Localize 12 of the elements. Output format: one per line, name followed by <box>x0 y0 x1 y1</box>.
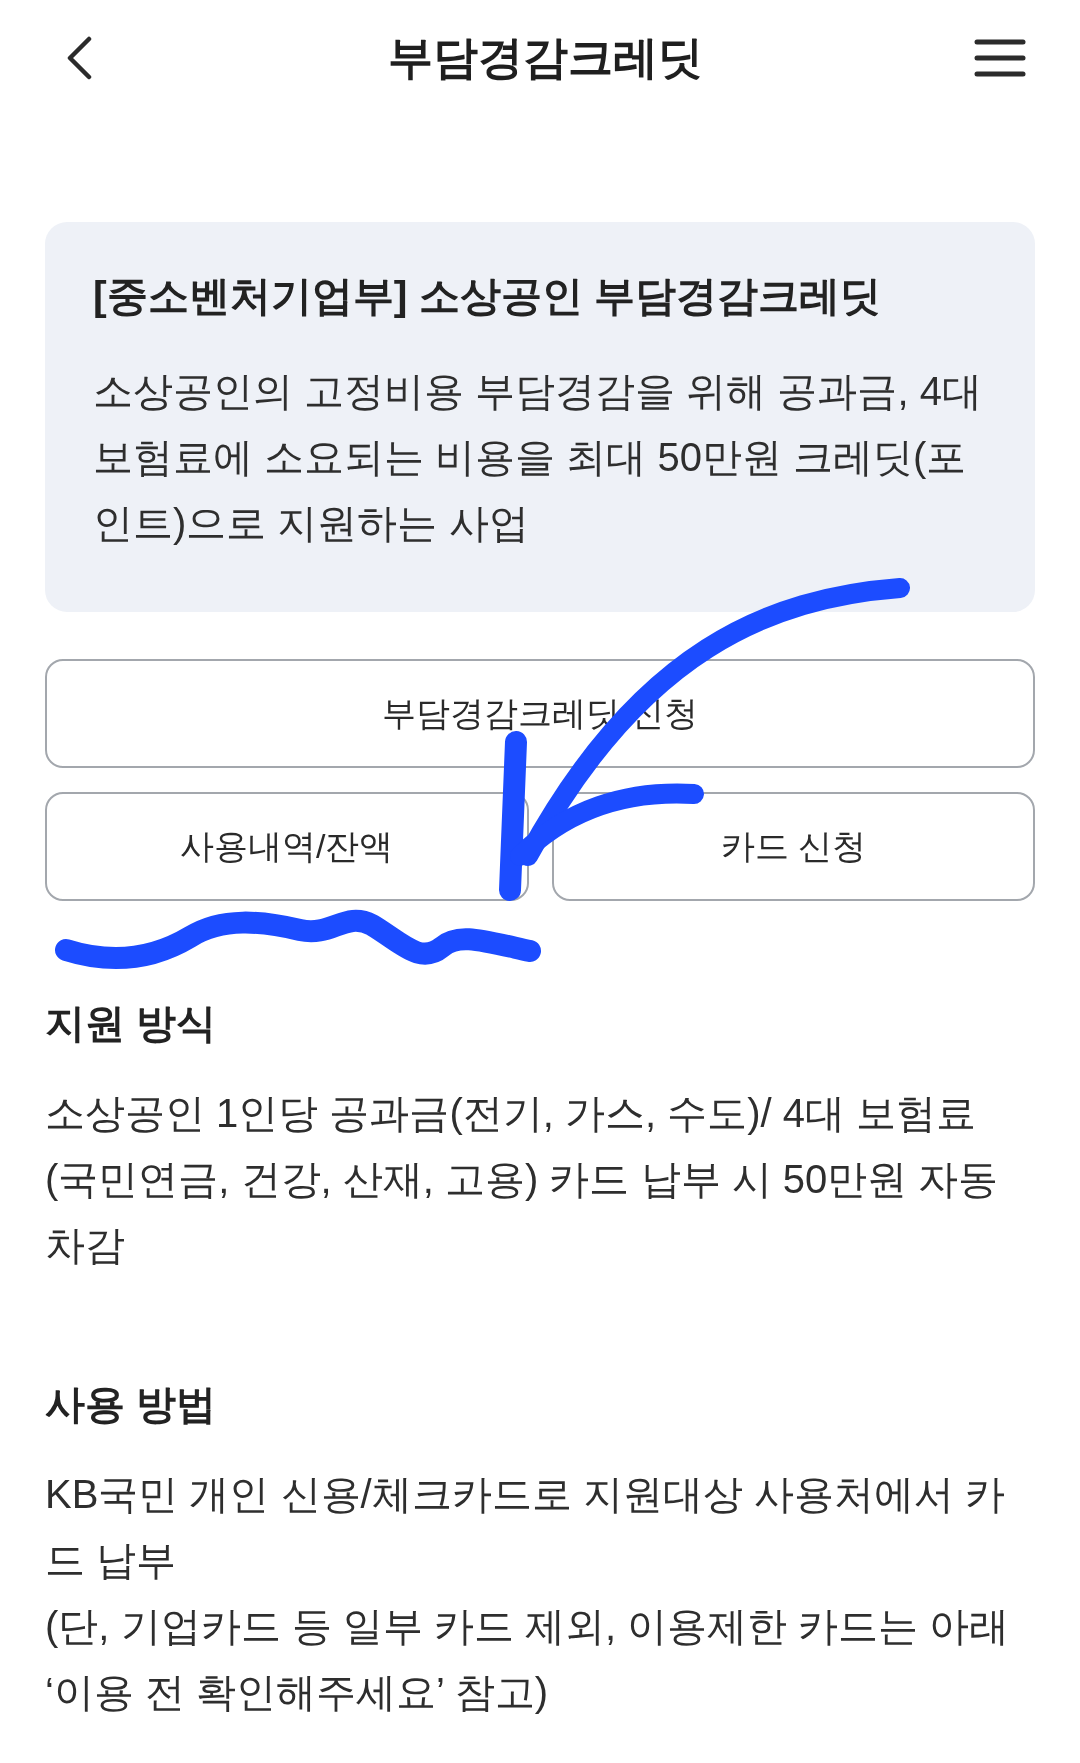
body-text: 소상공인 1인당 공과금(전기, 가스, 수도)/ 4대 보험료(국민연금, 건강, 산재, 고용) 카드 납부 시 50만원 자동차감 <box>45 1090 1000 1269</box>
body-text: (단, 기업카드 등 일부 카드 제외, 이용제한 카드는 아래 ‘이용 전 확인해주세요’ 참고) <box>45 1603 1011 1716</box>
card-apply-button[interactable]: 카드 신청 <box>551 792 1035 901</box>
section-heading: 지원 방식 <box>45 1000 218 1047</box>
back-icon[interactable] <box>65 36 93 80</box>
section-heading: 사용 방법 <box>45 1381 218 1428</box>
card-title: [중소벤처기업부] 소상공인 부담경감크레딧 <box>93 272 883 321</box>
card-description: 소상공인의 고정비용 부담경감을 위해 공과금, 4대 보험료에 소요되는 비용을 최대 50만원 크레딧(포인트)으로 지원하는 사업 <box>93 368 983 547</box>
body-text: KB국민 개인 신용/체크카드로 지원대상 사용처에서 카드 납부 <box>45 1471 1007 1584</box>
menu-icon[interactable] <box>974 38 1026 78</box>
usage-balance-button[interactable]: 사용내역/잔액 <box>45 792 529 901</box>
page-title: 부담경감크레딧 <box>388 31 703 85</box>
